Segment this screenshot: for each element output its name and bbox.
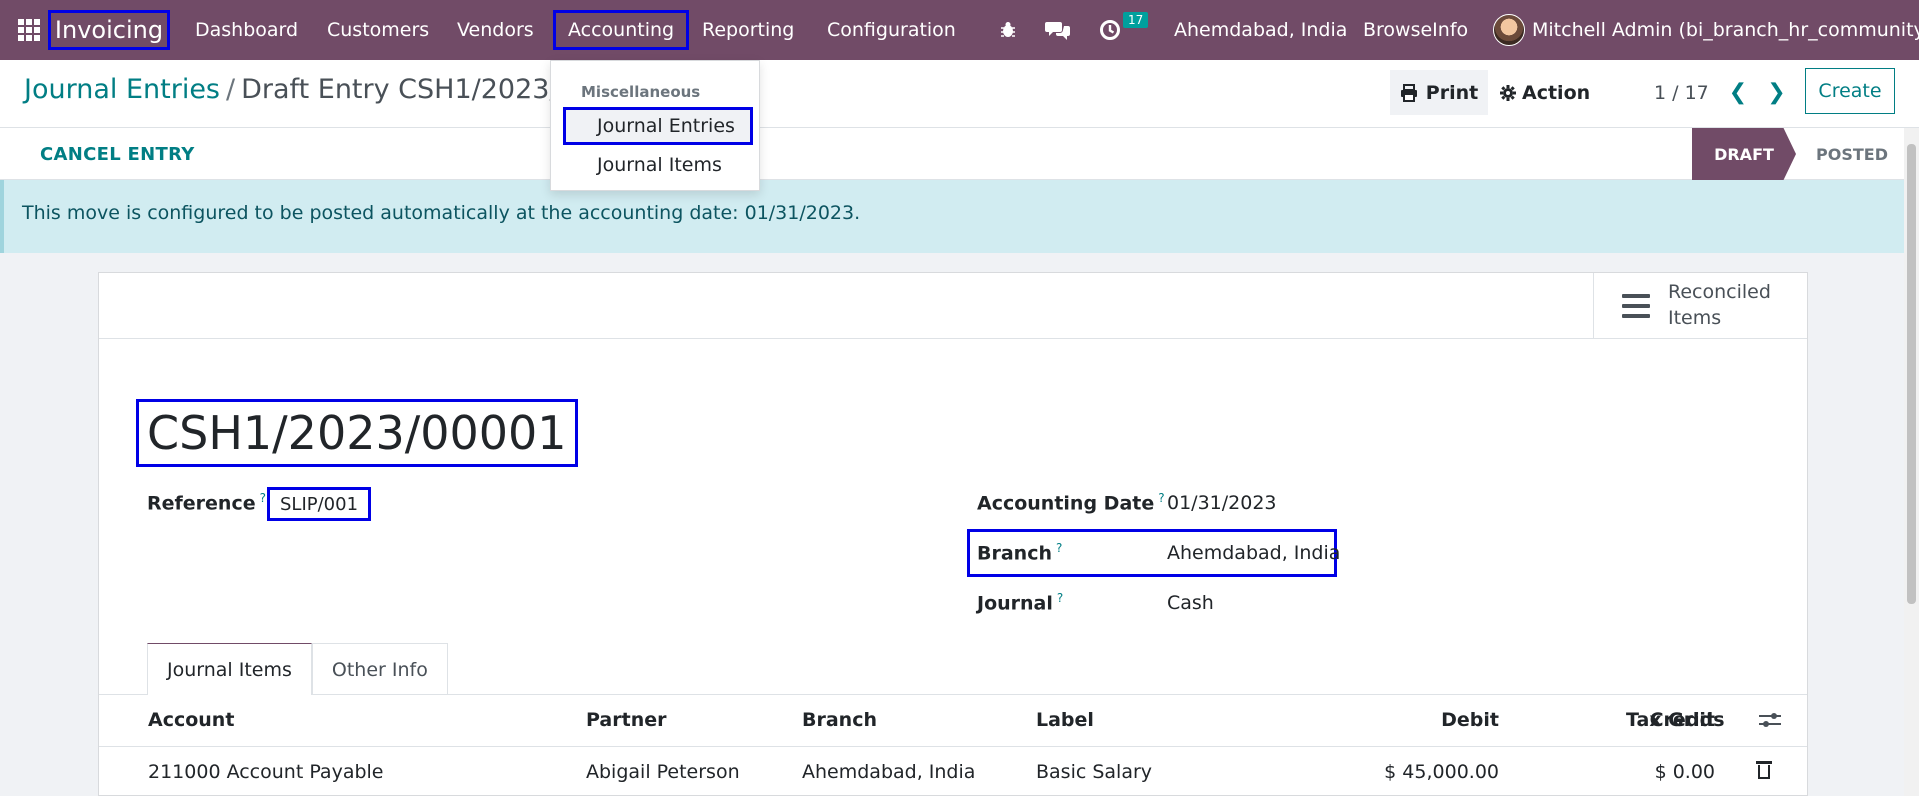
cell-branch[interactable]: Ahemdabad, India bbox=[802, 761, 975, 783]
menu-configuration[interactable]: Configuration bbox=[827, 0, 956, 60]
branch-field[interactable]: Ahemdabad, India bbox=[1167, 542, 1340, 564]
cell-account[interactable]: 211000 Account Payable bbox=[148, 761, 384, 783]
page-scrollbar[interactable] bbox=[1904, 128, 1919, 796]
optional-columns-icon[interactable] bbox=[1759, 709, 1781, 731]
user-avatar[interactable] bbox=[1493, 0, 1527, 60]
menu-accounting[interactable]: Accounting bbox=[553, 10, 690, 50]
top-navbar: Invoicing Dashboard Customers Vendors Ac… bbox=[0, 0, 1919, 60]
column-debit[interactable]: Debit bbox=[1299, 709, 1499, 731]
browseinfo-link[interactable]: BrowseInfo bbox=[1363, 0, 1468, 60]
status-bar: CANCEL ENTRY DRAFT POSTED bbox=[0, 128, 1904, 180]
menu-dashboard[interactable]: Dashboard bbox=[195, 0, 298, 60]
notebook-tabs: Journal Items Other Info bbox=[147, 643, 448, 695]
reconciled-label-line1: Reconciled bbox=[1668, 281, 1771, 304]
accounting-date-help-icon[interactable]: ? bbox=[1158, 491, 1164, 505]
menu-vendors[interactable]: Vendors bbox=[457, 0, 534, 60]
reconciled-label-line2: Items bbox=[1668, 307, 1722, 329]
accounting-dropdown: Miscellaneous Journal Entries Journal It… bbox=[550, 60, 760, 191]
entry-name: CSH1/2023/00001 bbox=[136, 399, 578, 467]
auto-post-alert: This move is configured to be posted aut… bbox=[0, 180, 1904, 253]
accounting-date-field[interactable]: 01/31/2023 bbox=[1167, 492, 1277, 514]
table-header: Account Partner Branch Label Debit Credi… bbox=[99, 695, 1807, 747]
journal-help-icon[interactable]: ? bbox=[1057, 591, 1063, 605]
branch-help-icon[interactable]: ? bbox=[1056, 541, 1062, 555]
pager-value[interactable]: 1 / 17 bbox=[1654, 82, 1709, 104]
dropdown-item-journal-items[interactable]: Journal Items bbox=[563, 146, 753, 184]
action-label: Action bbox=[1522, 81, 1591, 104]
app-name[interactable]: Invoicing bbox=[48, 10, 170, 50]
cancel-entry-button[interactable]: CANCEL ENTRY bbox=[40, 144, 195, 165]
dropdown-section-miscellaneous: Miscellaneous bbox=[581, 83, 701, 101]
activity-count-badge: 17 bbox=[1123, 12, 1149, 28]
tab-journal-items[interactable]: Journal Items bbox=[147, 643, 312, 695]
tab-other-info[interactable]: Other Info bbox=[311, 643, 448, 695]
branch-label-text: Branch bbox=[977, 542, 1052, 565]
reference-label: Reference? bbox=[147, 491, 266, 514]
reference-label-text: Reference bbox=[147, 492, 256, 515]
column-label[interactable]: Label bbox=[1036, 709, 1094, 731]
debug-bug-icon[interactable] bbox=[998, 0, 1020, 60]
column-tax-grids[interactable]: Tax Grids bbox=[1626, 709, 1725, 731]
activity-clock-icon[interactable] bbox=[1099, 0, 1123, 60]
print-label: Print bbox=[1425, 81, 1479, 104]
reconciled-items-button[interactable]: Reconciled Items bbox=[1593, 273, 1807, 339]
gear-icon bbox=[1500, 84, 1516, 101]
accounting-date-label-text: Accounting Date bbox=[977, 492, 1155, 515]
control-panel: Journal Entries / Draft Entry CSH1/2023/00… bbox=[0, 60, 1919, 128]
create-button[interactable]: Create bbox=[1805, 68, 1895, 114]
delete-row-trash-icon[interactable] bbox=[1756, 761, 1772, 779]
pager-next-icon[interactable]: ❯ bbox=[1767, 80, 1785, 105]
pager: 1 / 17 ❮ ❯ bbox=[1654, 70, 1786, 115]
table-row[interactable]: 211000 Account Payable Abigail Peterson … bbox=[99, 747, 1807, 796]
column-account[interactable]: Account bbox=[148, 709, 234, 731]
column-branch[interactable]: Branch bbox=[802, 709, 877, 731]
form-sheet: Reconciled Items CSH1/2023/00001 Referen… bbox=[98, 272, 1808, 796]
user-menu[interactable]: Mitchell Admin (bi_branch_hr_community) bbox=[1532, 0, 1919, 60]
stage-draft[interactable]: DRAFT bbox=[1692, 128, 1796, 180]
pager-previous-icon[interactable]: ❮ bbox=[1729, 80, 1747, 105]
cell-label[interactable]: Basic Salary bbox=[1036, 761, 1152, 783]
breadcrumb-separator: / bbox=[226, 74, 236, 105]
cell-debit[interactable]: $ 45,000.00 bbox=[1299, 761, 1499, 783]
apps-menu-icon[interactable] bbox=[14, 0, 44, 60]
action-button[interactable]: Action bbox=[1500, 70, 1590, 115]
scrollbar-thumb[interactable] bbox=[1907, 144, 1916, 604]
journal-label-text: Journal bbox=[977, 592, 1053, 615]
company-switcher[interactable]: Ahemdabad, India bbox=[1174, 0, 1347, 60]
journal-field[interactable]: Cash bbox=[1167, 592, 1214, 614]
button-box: Reconciled Items bbox=[99, 273, 1807, 339]
journal-label: Journal? bbox=[977, 591, 1063, 614]
breadcrumb-journal-entries[interactable]: Journal Entries bbox=[24, 74, 220, 105]
menu-reporting[interactable]: Reporting bbox=[702, 0, 794, 60]
print-button[interactable]: Print bbox=[1390, 70, 1488, 115]
cell-partner[interactable]: Abigail Peterson bbox=[586, 761, 740, 783]
reconciled-items-label: Reconciled Items bbox=[1668, 280, 1771, 331]
breadcrumb: Journal Entries / Draft Entry CSH1/2023/00 bbox=[24, 74, 593, 105]
accounting-date-label: Accounting Date? bbox=[977, 491, 1165, 514]
printer-icon bbox=[1400, 83, 1417, 102]
column-partner[interactable]: Partner bbox=[586, 709, 666, 731]
cell-credit[interactable]: $ 0.00 bbox=[1515, 761, 1715, 783]
chat-icon[interactable] bbox=[1045, 0, 1071, 60]
menu-customers[interactable]: Customers bbox=[327, 0, 429, 60]
reference-help-icon[interactable]: ? bbox=[260, 491, 266, 505]
breadcrumb-current: Draft Entry CSH1/2023/00 bbox=[241, 74, 593, 105]
reference-field[interactable]: SLIP/001 bbox=[267, 487, 372, 521]
stage-posted[interactable]: POSTED bbox=[1800, 128, 1904, 180]
list-icon bbox=[1622, 294, 1650, 318]
dropdown-item-journal-entries[interactable]: Journal Entries bbox=[563, 107, 753, 145]
branch-label: Branch? bbox=[977, 541, 1062, 564]
